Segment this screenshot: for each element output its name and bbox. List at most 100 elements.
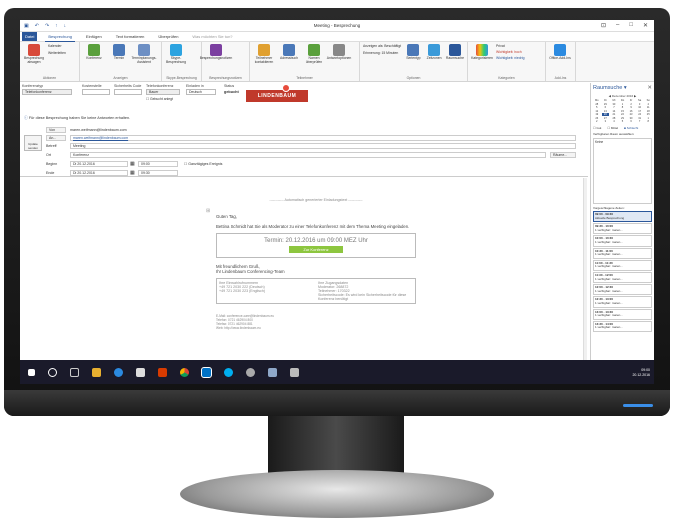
- windows-icon[interactable]: [28, 368, 35, 376]
- mail-icon[interactable]: [268, 367, 277, 377]
- skype-meeting-button[interactable]: Skype-Besprechung: [165, 44, 187, 79]
- tab-besprechung[interactable]: Besprechung: [45, 32, 75, 42]
- einladen-dropdown[interactable]: Deutsch: [186, 89, 216, 95]
- suggested-time-slot[interactable]: 09:30 - 10:00 1 verfügbar: maren...: [593, 223, 652, 235]
- tab-datei[interactable]: Datei: [22, 32, 38, 41]
- sicherheitscode-field[interactable]: [114, 89, 142, 95]
- prev-month-icon[interactable]: ◀: [609, 94, 611, 98]
- show-as-dropdown[interactable]: Anzeigen als: Beschäftigt: [363, 44, 402, 48]
- suggested-times-label: Vorgeschlagene Zeiten:: [593, 206, 625, 210]
- konferenz-button[interactable]: Konferenz: [83, 44, 105, 79]
- scheduling-assistant-button[interactable]: Terminplanungs-Assistent: [131, 44, 157, 79]
- from-button[interactable]: Von: [46, 127, 66, 133]
- dial-in-column: Ihre Einwahlrufnummern +49 721 2030 222 …: [217, 279, 316, 303]
- termin-button[interactable]: Termin: [108, 44, 130, 79]
- maximize-icon[interactable]: □: [629, 22, 633, 29]
- calendar-day[interactable]: 8: [644, 120, 652, 123]
- suggested-time-slot[interactable]: 11:00 - 11:30 1 verfügbar: maren...: [593, 259, 652, 271]
- suggested-time-slot[interactable]: 13:00 - 13:30 1 verfügbar: maren...: [593, 308, 652, 320]
- calendar-day[interactable]: 7: [636, 120, 644, 123]
- meeting-notes-button[interactable]: Besprechungsnotizen: [200, 44, 232, 79]
- chrome-icon[interactable]: [180, 367, 189, 377]
- tell-me-search[interactable]: Was möchten Sie tun?: [189, 32, 235, 41]
- suggested-time-slot[interactable]: 12:00 - 12:30 1 verfügbar: maren...: [593, 284, 652, 296]
- body-scrollbar[interactable]: [583, 178, 587, 360]
- slot-text: Aktuelle Besprechung: [595, 215, 625, 220]
- settings-icon[interactable]: [246, 367, 255, 377]
- telefonkonferenz-field[interactable]: Bauer: [146, 89, 180, 95]
- telefonkonferenz-label: Telefonkonferenz: [146, 84, 174, 88]
- start-date-field[interactable]: Di 20.12.2016: [70, 161, 128, 167]
- file-explorer-icon[interactable]: [92, 367, 101, 377]
- edge-icon[interactable]: [114, 367, 123, 377]
- address-book-button[interactable]: Adressbuch: [278, 44, 300, 79]
- calendar-day[interactable]: 4: [610, 120, 618, 123]
- low-importance-button[interactable]: Wichtigkeit: niedrig: [496, 56, 524, 60]
- start-calendar-icon[interactable]: ▦: [130, 161, 135, 167]
- kostenstelle-field[interactable]: [82, 89, 110, 95]
- check-names-button[interactable]: Namen überprüfen: [303, 44, 325, 79]
- contact-attendees-button[interactable]: Teilnehmer kontaktieren: [253, 44, 275, 79]
- high-importance-button[interactable]: Wichtigkeit: hoch: [496, 50, 524, 54]
- system-clock[interactable]: 09:00 20.12.2016: [632, 368, 650, 377]
- pane-close-icon[interactable]: ✕: [647, 85, 652, 91]
- office-addins-button[interactable]: Office-Add-Ins: [549, 44, 571, 79]
- to-button[interactable]: An...: [46, 135, 66, 141]
- reminder-dropdown[interactable]: Erinnerung: 15 Minuten: [363, 51, 402, 55]
- calendar-day[interactable]: 6: [627, 120, 635, 123]
- tab-text-formatieren[interactable]: Text formatieren: [113, 32, 148, 41]
- close-icon[interactable]: ✕: [643, 22, 648, 29]
- monitor-base: [180, 470, 494, 518]
- response-options-button[interactable]: Antwortoptionen: [327, 44, 351, 79]
- recurrence-button[interactable]: Serientyp: [405, 44, 423, 79]
- skype-icon[interactable]: [224, 367, 233, 377]
- slot-text: 1 verfügbar: maren...: [595, 288, 623, 293]
- cancel-meeting-button[interactable]: Besprechung absagen: [23, 44, 45, 79]
- room-finder-button[interactable]: Raumsuche: [446, 44, 464, 79]
- store-icon[interactable]: [136, 367, 145, 377]
- minimize-icon[interactable]: –: [616, 22, 619, 29]
- suggested-time-slot[interactable]: 10:30 - 11:00 1 verfügbar: maren...: [593, 247, 652, 259]
- all-day-checkbox[interactable]: ☐ Ganztägiges Ereignis: [184, 162, 222, 168]
- rooms-list[interactable]: Keine: [593, 138, 652, 204]
- search-icon[interactable]: [48, 367, 57, 377]
- suggested-time-slot[interactable]: 13:30 - 14:00 1 verfügbar: maren...: [593, 320, 652, 332]
- calendar-day[interactable]: 2: [593, 120, 601, 123]
- join-conference-button[interactable]: Zur Konferenz: [289, 246, 343, 253]
- location-field[interactable]: Konferenz: [70, 152, 546, 158]
- next-month-icon[interactable]: ▶: [634, 94, 636, 98]
- mail-footer: E-Mail: conference-care@lindenbaum.eu Te…: [216, 314, 416, 331]
- calendar-button[interactable]: Kalender: [48, 44, 66, 48]
- tab-ueberpruefen[interactable]: Überprüfen: [155, 32, 181, 41]
- pane-dropdown-icon[interactable]: ▾: [624, 85, 627, 91]
- time-zones-button[interactable]: Zeitzonen: [425, 44, 443, 79]
- ribbon-options-icon[interactable]: ⊡: [601, 22, 606, 29]
- outlook-icon[interactable]: [201, 366, 212, 378]
- calendar-day[interactable]: 3: [602, 120, 610, 123]
- suggested-time-slot[interactable]: 09:00 - 09:30 Aktuelle Besprechung: [593, 211, 652, 223]
- start-time-field[interactable]: 09:00: [138, 161, 178, 167]
- to-field[interactable]: maren.weifmann@lindenbaum.com: [70, 135, 576, 141]
- rooms-button[interactable]: Räume...: [550, 152, 576, 158]
- slot-text: 1 verfügbar: maren...: [595, 276, 623, 281]
- task-view-icon[interactable]: [70, 367, 79, 377]
- suggested-time-slot[interactable]: 11:30 - 12:00 1 verfügbar: maren...: [593, 271, 652, 284]
- pen-icon[interactable]: [290, 367, 299, 377]
- footer-web[interactable]: Web: http://www.lindenbaum.eu: [216, 326, 416, 330]
- konferenztyp-field[interactable]: Telefonkonferenz: [22, 89, 72, 95]
- private-button[interactable]: Privat: [496, 44, 524, 48]
- availability-legend: ☐ Gut ☐ Mittel ■ Schlecht: [591, 124, 654, 132]
- suggested-time-slot[interactable]: 10:00 - 10:30 1 verfügbar: maren...: [593, 235, 652, 247]
- subject-field[interactable]: Meeting: [70, 143, 576, 149]
- suggested-time-slot[interactable]: 12:30 - 13:00 1 verfügbar: maren...: [593, 296, 652, 308]
- office-icon[interactable]: [158, 367, 167, 377]
- update-send-button[interactable]: Update senden: [24, 135, 42, 151]
- forward-button[interactable]: Weiterleiten: [48, 51, 66, 55]
- termin-text: Termin: 20.12.2016 um 09:00 MEZ Uhr: [264, 238, 368, 244]
- slot-text: 1 verfügbar: maren...: [595, 227, 623, 232]
- calendar-day[interactable]: 5: [619, 120, 627, 123]
- tab-einfuegen[interactable]: Einfügen: [83, 32, 105, 41]
- gebucht-checkbox[interactable]: ☐ Gebucht anlegt: [146, 97, 173, 101]
- move-handle-icon[interactable]: ⊞: [206, 208, 210, 214]
- categorize-button[interactable]: Kategorisieren: [471, 44, 493, 79]
